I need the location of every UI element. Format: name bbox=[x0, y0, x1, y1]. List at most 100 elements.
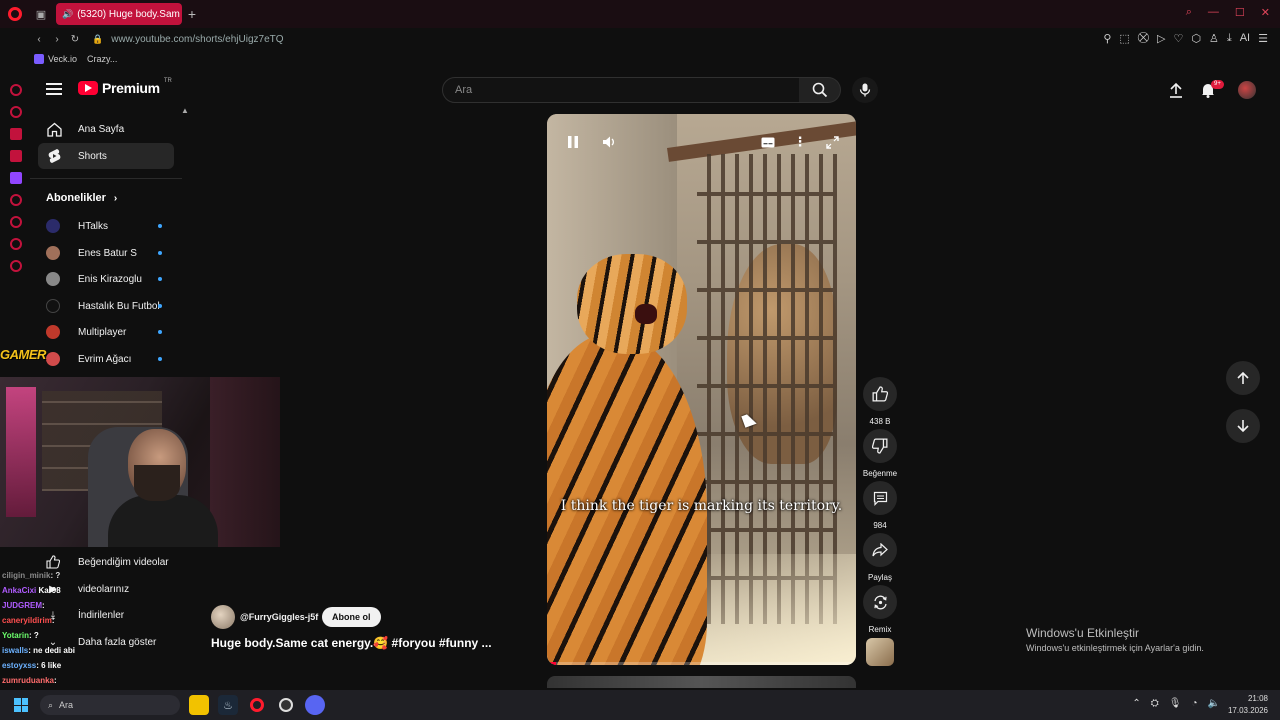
microphone-tray-icon[interactable]: 🎙 bbox=[1169, 698, 1182, 709]
next-short-button[interactable] bbox=[1226, 409, 1260, 443]
youtube-logo[interactable]: Premium TR bbox=[78, 78, 172, 96]
thumbs-down-icon bbox=[872, 438, 888, 454]
tab-title: (5320) Huge body.Sam bbox=[77, 8, 180, 20]
chat-message: JUDGREM: bbox=[2, 601, 45, 610]
url-field[interactable]: www.youtube.com/shorts/ehjUigz7eTQ bbox=[111, 34, 283, 45]
dislike-action[interactable]: Beğenme bbox=[862, 429, 898, 478]
extensions-sidebar-icon[interactable] bbox=[10, 238, 22, 250]
arrow-down-icon bbox=[1237, 420, 1249, 433]
browser-tab-active[interactable]: 🔊 (5320) Huge body.Sam bbox=[56, 3, 182, 25]
twitch-icon[interactable] bbox=[10, 172, 22, 184]
wifi-icon[interactable]: ◔ bbox=[1192, 698, 1198, 709]
messenger-icon[interactable] bbox=[10, 128, 22, 140]
comments-action[interactable]: 984 bbox=[862, 481, 898, 530]
volume-tray-icon[interactable]: 🔈 bbox=[1208, 698, 1220, 709]
bookmark-item[interactable]: Veck.io bbox=[34, 54, 77, 64]
subscription-item[interactable]: Multiplayer bbox=[46, 322, 174, 342]
file-explorer-icon[interactable] bbox=[189, 695, 209, 715]
history-icon[interactable] bbox=[10, 216, 22, 228]
chat-message: caneryildirim: bbox=[2, 616, 55, 625]
subscription-item[interactable]: Enes Batur S bbox=[46, 243, 174, 263]
pause-button[interactable] bbox=[561, 132, 585, 152]
forward-button[interactable]: › bbox=[48, 34, 66, 45]
pin-icon[interactable]: ⚲ bbox=[1103, 32, 1111, 45]
previous-short-button[interactable] bbox=[1226, 361, 1260, 395]
sidebar-item-home[interactable]: Ana Sayfa bbox=[38, 116, 174, 142]
instagram-icon[interactable] bbox=[10, 150, 22, 162]
chat-message: Yotarin: ? bbox=[2, 631, 39, 640]
search-tabs-icon[interactable]: ⌕ bbox=[1186, 6, 1192, 19]
obs-icon[interactable] bbox=[276, 695, 296, 715]
aria-ai-icon[interactable]: AI bbox=[1240, 32, 1250, 45]
taskbar-clock[interactable]: 21:08 17.03.2026 bbox=[1228, 693, 1268, 717]
microphone-icon bbox=[859, 83, 871, 97]
maximize-button[interactable]: ☐ bbox=[1235, 6, 1245, 19]
taskbar-search-input[interactable]: ⌕ Ara bbox=[40, 695, 180, 715]
new-tab-button[interactable]: + bbox=[182, 6, 202, 22]
remix-button[interactable] bbox=[863, 585, 897, 619]
settings-icon[interactable] bbox=[10, 260, 22, 272]
subscription-item[interactable]: Enis Kirazoglu bbox=[46, 269, 174, 289]
snapshot-icon[interactable]: ⬚ bbox=[1119, 32, 1129, 45]
channel-avatar[interactable] bbox=[211, 605, 235, 629]
voice-search-button[interactable] bbox=[852, 77, 878, 103]
adblock-icon[interactable]: ⛒ bbox=[1138, 32, 1149, 45]
sound-thumbnail[interactable] bbox=[866, 638, 894, 666]
tab-menu-icon[interactable]: ▣ bbox=[30, 0, 52, 28]
minimize-button[interactable]: — bbox=[1208, 6, 1219, 19]
easy-setup-icon[interactable]: ☰ bbox=[1258, 32, 1268, 45]
channel-name[interactable]: @FurryGiggles-j5f bbox=[240, 612, 318, 622]
extensions-icon[interactable]: ⬡ bbox=[1191, 32, 1201, 45]
channel-avatar bbox=[46, 325, 60, 339]
menu-icon[interactable] bbox=[46, 83, 62, 95]
comment-count: 984 bbox=[873, 521, 887, 530]
subscribe-button[interactable]: Abone ol bbox=[322, 607, 381, 627]
share-action[interactable]: Paylaş bbox=[862, 533, 898, 582]
more-options-button[interactable]: ⋮ bbox=[788, 132, 812, 152]
search-input[interactable]: Ara bbox=[442, 77, 800, 103]
remix-action[interactable]: Remix bbox=[862, 585, 898, 634]
new-content-dot bbox=[158, 304, 162, 308]
search-button[interactable] bbox=[799, 77, 841, 103]
video-title[interactable]: Huge body.Same cat energy.🥰 #foryou #fun… bbox=[211, 636, 492, 650]
bookmark-item[interactable]: Crazy... bbox=[87, 54, 117, 64]
fullscreen-button[interactable] bbox=[820, 132, 844, 152]
download-icon[interactable]: ⤓ bbox=[1227, 32, 1232, 45]
opera-sidebar-icon[interactable] bbox=[10, 84, 22, 96]
chat-message: AnkaCixi Kar98 bbox=[2, 586, 61, 595]
shorts-video-player[interactable]: ⋮ I think the tiger is marking its terri… bbox=[547, 114, 856, 665]
sidebar-item-shorts[interactable]: Shorts bbox=[38, 143, 174, 169]
player-icon[interactable]: ▷ bbox=[1157, 32, 1165, 45]
player-sidebar-icon[interactable] bbox=[10, 194, 22, 206]
video-progress-bar[interactable] bbox=[547, 662, 856, 665]
subscription-item[interactable]: Hastalık Bu Futbol bbox=[46, 296, 174, 316]
steam-icon[interactable]: ♨ bbox=[218, 695, 238, 715]
audio-playing-icon[interactable]: 🔊 bbox=[62, 9, 73, 20]
search-placeholder: Ara bbox=[455, 84, 473, 96]
upload-button[interactable] bbox=[1166, 80, 1186, 100]
next-short-preview[interactable] bbox=[547, 676, 856, 688]
opera-sidebar-icon[interactable] bbox=[10, 106, 22, 118]
discord-icon[interactable] bbox=[305, 695, 325, 715]
comments-button[interactable] bbox=[863, 481, 897, 515]
captions-button[interactable] bbox=[756, 132, 780, 152]
tray-overflow-icon[interactable]: ⌃ bbox=[1132, 698, 1140, 709]
like-button[interactable] bbox=[863, 377, 897, 411]
share-button[interactable] bbox=[863, 533, 897, 567]
subscription-item[interactable]: HTalks bbox=[46, 216, 174, 236]
close-window-button[interactable]: ✕ bbox=[1261, 6, 1270, 19]
profile-icon[interactable]: ♙ bbox=[1209, 32, 1219, 45]
collapse-chevron-icon[interactable]: ▲ bbox=[181, 106, 189, 115]
opera-logo-icon[interactable] bbox=[0, 0, 30, 28]
network-icon[interactable]: ⛭ bbox=[1151, 698, 1159, 709]
dislike-button[interactable] bbox=[863, 429, 897, 463]
windows-start-icon[interactable] bbox=[14, 698, 28, 712]
subscriptions-heading[interactable]: Abonelikler › bbox=[46, 192, 117, 204]
account-avatar[interactable] bbox=[1238, 81, 1256, 99]
back-button[interactable]: ‹ bbox=[30, 34, 48, 45]
heart-icon[interactable]: ♡ bbox=[1173, 32, 1183, 45]
reload-button[interactable]: ↻ bbox=[66, 34, 84, 45]
opera-taskbar-icon[interactable] bbox=[247, 695, 267, 715]
volume-button[interactable] bbox=[597, 132, 621, 152]
like-action[interactable]: 438 B bbox=[862, 377, 898, 426]
